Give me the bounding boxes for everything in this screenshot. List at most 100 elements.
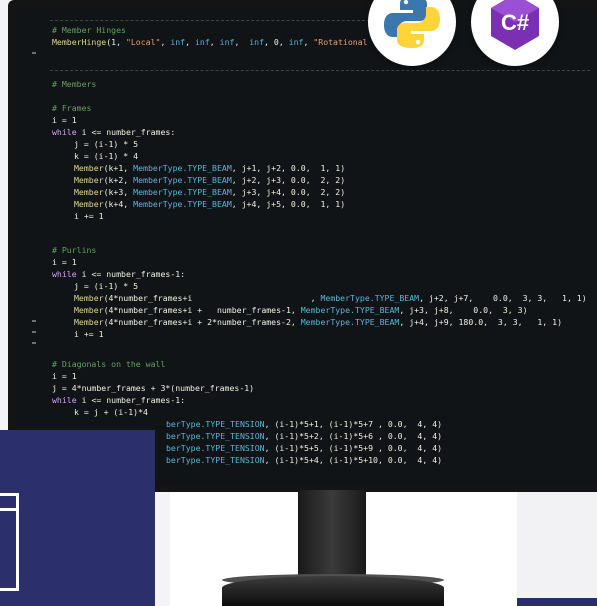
- code-token: i = 1: [52, 115, 77, 125]
- code-token: (k+1,: [103, 163, 134, 173]
- code-line[interactable]: k = j + (i-1)*4: [74, 407, 148, 418]
- code-token: , j+2, j+7, 0.0, 3, 3, 1, 1): [419, 293, 587, 303]
- code-line[interactable]: # Members: [52, 79, 96, 90]
- code-token: , j+3, j+4, 0.0, 2, 2): [231, 187, 346, 197]
- code-token: , j+3, j+8, 0.0, 3, 3): [399, 305, 528, 315]
- code-line[interactable]: # Member Hinges: [52, 25, 126, 36]
- code-line[interactable]: # Purlins: [52, 245, 96, 256]
- side-panel: [0, 430, 155, 606]
- code-token: inf: [194, 37, 210, 47]
- code-token: MemberType.TYPE_BEAM: [133, 175, 232, 185]
- code-line[interactable]: Member(4*number_frames+i + number_frames…: [74, 305, 528, 316]
- section-divider: [50, 20, 380, 21]
- code-token: , j+4, j+5, 0.0, 1, 1): [231, 199, 346, 209]
- code-line[interactable]: while i <= number_frames-1:: [52, 269, 185, 280]
- code-token: j = (i-1) * 5: [74, 281, 139, 291]
- code-token: ,: [160, 37, 171, 47]
- code-token: Member: [74, 187, 104, 197]
- code-token: ,: [303, 37, 314, 47]
- code-line[interactable]: i = 1: [52, 115, 77, 126]
- code-token: MemberType.TYPE_BEAM: [133, 187, 232, 197]
- code-editor[interactable]: # Member Hinges MemberHinge(1, "Local", i…: [16, 8, 597, 484]
- code-token: # Member Hinges: [52, 25, 126, 35]
- code-line[interactable]: k = (i-1) * 4: [74, 151, 138, 162]
- code-token: MemberType.TYPE_BEAM: [300, 317, 400, 327]
- code-token: Member: [74, 305, 104, 315]
- code-token: berType.TYPE_TENSION: [166, 419, 265, 429]
- code-token: (1,: [106, 37, 126, 47]
- code-token: inf: [249, 37, 265, 47]
- code-token: # Diagonals on the wall: [52, 359, 166, 369]
- code-token: # Members: [52, 79, 97, 89]
- code-token: ,: [234, 37, 250, 47]
- code-token: while: [52, 127, 77, 137]
- code-token: MemberType.TYPE_BEAM: [320, 293, 420, 303]
- code-token: ,: [185, 37, 195, 47]
- code-token: Member: [74, 317, 104, 327]
- code-line[interactable]: j = (i-1) * 5: [74, 139, 138, 150]
- code-token: Member: [74, 293, 104, 303]
- csharp-logo-icon: C#: [491, 0, 539, 50]
- code-line[interactable]: i += 1: [74, 329, 104, 340]
- document-icon-line: [0, 508, 16, 511]
- code-token: inf: [219, 37, 235, 47]
- code-token: ,: [209, 37, 220, 47]
- code-token: , (i-1)*5+1, (i-1)*5+7 , 0.0, 4, 4): [264, 419, 443, 429]
- fold-marker: [32, 342, 36, 344]
- code-line[interactable]: while i <= number_frames-1:: [52, 395, 185, 406]
- code-token: i += 1: [74, 211, 104, 221]
- code-token: i = 1: [52, 371, 77, 381]
- code-token: # Frames: [52, 103, 92, 113]
- code-line[interactable]: i = 1: [52, 371, 77, 382]
- code-token: (4*number_frames+i ,: [103, 293, 321, 303]
- code-token: inf: [288, 37, 304, 47]
- code-token: , (i-1)*5+5, (i-1)*5+9 , 0.0, 4, 4): [264, 443, 443, 453]
- code-token: , 0,: [264, 37, 289, 47]
- code-line[interactable]: i = 1: [52, 257, 77, 268]
- code-token: , j+4, j+9, 180.0, 3, 3, 1, 1): [399, 317, 563, 327]
- python-badge: [368, 0, 456, 66]
- code-line[interactable]: j = 4*number_frames + 3*(number_frames-1…: [52, 383, 254, 394]
- code-line[interactable]: Member(k+4, MemberType.TYPE_BEAM, j+4, j…: [74, 199, 345, 210]
- code-line[interactable]: Member(k+2, MemberType.TYPE_BEAM, j+2, j…: [74, 175, 345, 186]
- code-token: (4*number_frames+i + 2*number_frames-2,: [103, 317, 301, 327]
- background-strip: [517, 492, 597, 606]
- code-line[interactable]: Member(k+3, MemberType.TYPE_BEAM, j+3, j…: [74, 187, 345, 198]
- code-token: Member: [74, 175, 104, 185]
- code-line[interactable]: i += 1: [74, 211, 104, 222]
- code-line[interactable]: # Diagonals on the wall: [52, 359, 165, 370]
- code-token: i <= number_frames-1:: [76, 395, 186, 405]
- code-line[interactable]: while i <= number_frames:: [52, 127, 175, 138]
- code-token: "Local": [125, 37, 161, 47]
- code-line[interactable]: # Frames: [52, 103, 91, 114]
- code-token: k = j + (i-1)*4: [74, 407, 148, 417]
- code-token: , (i-1)*5+4, (i-1)*5+10, 0.0, 4, 4): [264, 455, 443, 465]
- code-token: j = 4*number_frames + 3*(number_frames-1…: [52, 383, 255, 393]
- csharp-badge: C#: [471, 0, 559, 66]
- python-logo-icon: [384, 0, 440, 48]
- code-line[interactable]: j = (i-1) * 5: [74, 281, 138, 292]
- monitor-stand-base: [222, 576, 444, 606]
- code-token: (k+3,: [103, 187, 134, 197]
- section-divider: [50, 70, 590, 71]
- code-token: i <= number_frames:: [76, 127, 176, 137]
- code-token: (k+2,: [103, 175, 134, 185]
- fold-marker: [32, 331, 36, 333]
- background-bar: [517, 598, 597, 606]
- code-line[interactable]: berType.TYPE_TENSION, (i-1)*5+5, (i-1)*5…: [166, 443, 442, 454]
- code-token: inf: [170, 37, 186, 47]
- code-area[interactable]: # Member Hinges MemberHinge(1, "Local", i…: [16, 8, 597, 484]
- code-token: i <= number_frames-1:: [76, 269, 186, 279]
- code-line[interactable]: berType.TYPE_TENSION, (i-1)*5+1, (i-1)*5…: [166, 419, 442, 430]
- code-token: berType.TYPE_TENSION: [166, 443, 265, 453]
- code-line[interactable]: Member(k+1, MemberType.TYPE_BEAM, j+1, j…: [74, 163, 345, 174]
- code-token: k = (i-1) * 4: [74, 151, 139, 161]
- code-line[interactable]: berType.TYPE_TENSION, (i-1)*5+4, (i-1)*5…: [166, 455, 442, 466]
- code-line[interactable]: Member(4*number_frames+i + 2*number_fram…: [74, 317, 562, 328]
- code-token: berType.TYPE_TENSION: [166, 455, 265, 465]
- code-token: i += 1: [74, 329, 104, 339]
- code-token: , j+2, j+3, 0.0, 2, 2): [231, 175, 346, 185]
- code-line[interactable]: berType.TYPE_TENSION, (i-1)*5+2, (i-1)*5…: [166, 431, 442, 442]
- code-line[interactable]: Member(4*number_frames+i , MemberType.TY…: [74, 293, 587, 304]
- code-token: MemberType.TYPE_BEAM: [133, 199, 232, 209]
